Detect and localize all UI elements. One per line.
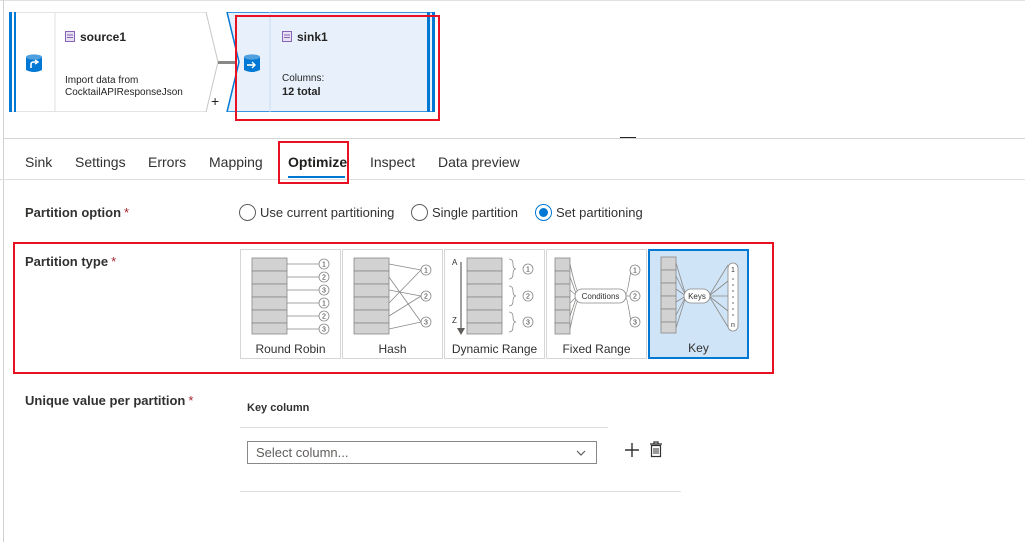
tab-errors[interactable]: Errors (148, 154, 186, 170)
radio-label: Single partition (432, 204, 518, 220)
tab-sink[interactable]: Sink (25, 154, 52, 170)
source-node[interactable]: source1 Import data from CocktailAPIResp… (9, 12, 219, 112)
add-icon[interactable] (624, 442, 640, 458)
left-border (3, 0, 4, 542)
chevron-down-icon (576, 450, 586, 456)
partition-option-label: Partition option * (25, 205, 130, 220)
settings-tabs: Sink Settings Errors Mapping Optimize In… (0, 139, 1025, 180)
unique-value-label: Unique value per partition * (25, 393, 194, 408)
add-transformation-button[interactable]: + (211, 93, 219, 109)
source-database-icon (26, 54, 42, 72)
key-column-select[interactable]: Select column... (247, 441, 597, 464)
source-node-description-line2: CocktailAPIResponseJson (65, 87, 183, 98)
delete-icon[interactable] (649, 441, 663, 458)
column-header-divider (240, 427, 608, 428)
radio-circle[interactable] (239, 203, 256, 221)
source-node-title: source1 (80, 30, 127, 44)
radio-circle-selected[interactable] (535, 203, 552, 221)
optimize-tab-highlight (278, 141, 349, 184)
row-divider (240, 491, 681, 492)
radio-use-current-partitioning[interactable]: Use current partitioning (239, 202, 394, 222)
radio-set-partitioning[interactable]: Set partitioning (535, 202, 643, 222)
partition-type-highlight (13, 242, 774, 374)
radio-circle[interactable] (411, 203, 428, 221)
required-marker: * (188, 393, 194, 408)
required-marker: * (124, 205, 130, 220)
select-placeholder: Select column... (256, 445, 349, 460)
key-column-header: Key column (247, 402, 310, 414)
radio-label: Set partitioning (556, 204, 643, 220)
radio-single-partition[interactable]: Single partition (411, 202, 518, 222)
tab-data-preview[interactable]: Data preview (438, 154, 520, 170)
tab-inspect[interactable]: Inspect (370, 154, 415, 170)
tab-settings[interactable]: Settings (75, 154, 126, 170)
tab-mapping[interactable]: Mapping (209, 154, 263, 170)
radio-label: Use current partitioning (260, 204, 395, 220)
source-node-description-line1: Import data from (65, 75, 139, 86)
source-dataset-icon (65, 31, 75, 42)
sink-node-highlight (235, 15, 440, 121)
